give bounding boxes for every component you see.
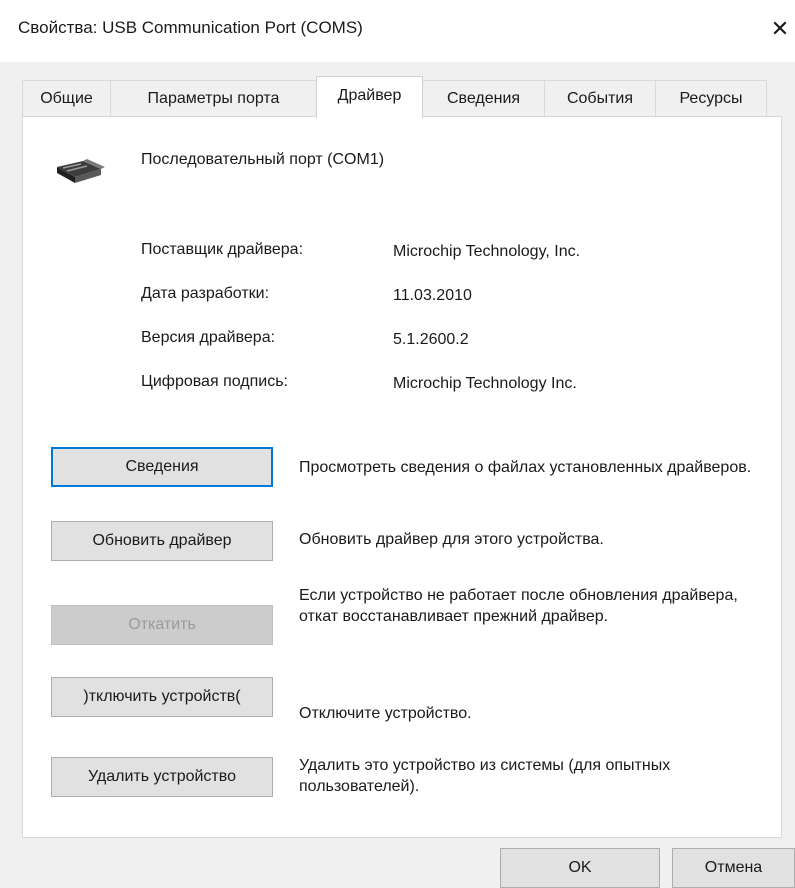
title-bar: Свойства: USB Communication Port (COMS) …	[0, 0, 795, 62]
driver-provider-value: Microchip Technology, Inc.	[393, 243, 581, 260]
disable-device-description: Отключите устройство.	[299, 705, 472, 722]
device-name: Последовательный порт (COM1)	[141, 151, 385, 168]
driver-panel: Последовательный порт (COM1) Поставщик д…	[22, 116, 782, 838]
serial-port-icon	[57, 159, 105, 183]
tab-general[interactable]: Общие	[22, 80, 111, 117]
driver-date-label: Дата разработки:	[141, 285, 270, 302]
window-title: Свойства: USB Communication Port (COMS)	[18, 18, 363, 37]
cancel-button[interactable]: Отмена	[672, 848, 795, 888]
driver-details-description: Просмотреть сведения о файлах установлен…	[299, 459, 752, 476]
driver-details-button[interactable]: Сведения	[51, 447, 273, 487]
tab-events[interactable]: События	[544, 80, 656, 117]
close-icon[interactable]: ✕	[765, 12, 795, 46]
update-driver-description: Обновить драйвер для этого устройства.	[299, 531, 604, 548]
digital-signer-value: Microchip Technology Inc.	[393, 375, 577, 392]
driver-date-value: 11.03.2010	[393, 287, 472, 304]
uninstall-device-button[interactable]: Удалить устройство	[51, 757, 273, 797]
driver-version-label: Версия драйвера:	[141, 329, 276, 346]
update-driver-button[interactable]: Обновить драйвер	[51, 521, 273, 561]
tab-resources[interactable]: Ресурсы	[655, 80, 767, 117]
tab-details[interactable]: Сведения	[422, 80, 545, 117]
driver-provider-label: Поставщик драйвера:	[141, 241, 304, 258]
tab-strip: Общие Параметры порта Драйвер Сведения С…	[22, 76, 782, 118]
ok-button[interactable]: OK	[500, 848, 660, 888]
roll-back-driver-button[interactable]: Откатить	[51, 605, 273, 645]
tab-driver[interactable]: Драйвер	[316, 76, 423, 118]
tab-port-settings[interactable]: Параметры порта	[110, 80, 317, 117]
digital-signer-label: Цифровая подпись:	[141, 373, 288, 390]
disable-device-button[interactable]: )тключить устройств(	[51, 677, 273, 717]
uninstall-device-description: Удалить это устройство из системы (для о…	[299, 757, 671, 795]
driver-version-value: 5.1.2600.2	[393, 331, 469, 348]
roll-back-driver-description: Если устройство не работает после обновл…	[299, 587, 738, 625]
